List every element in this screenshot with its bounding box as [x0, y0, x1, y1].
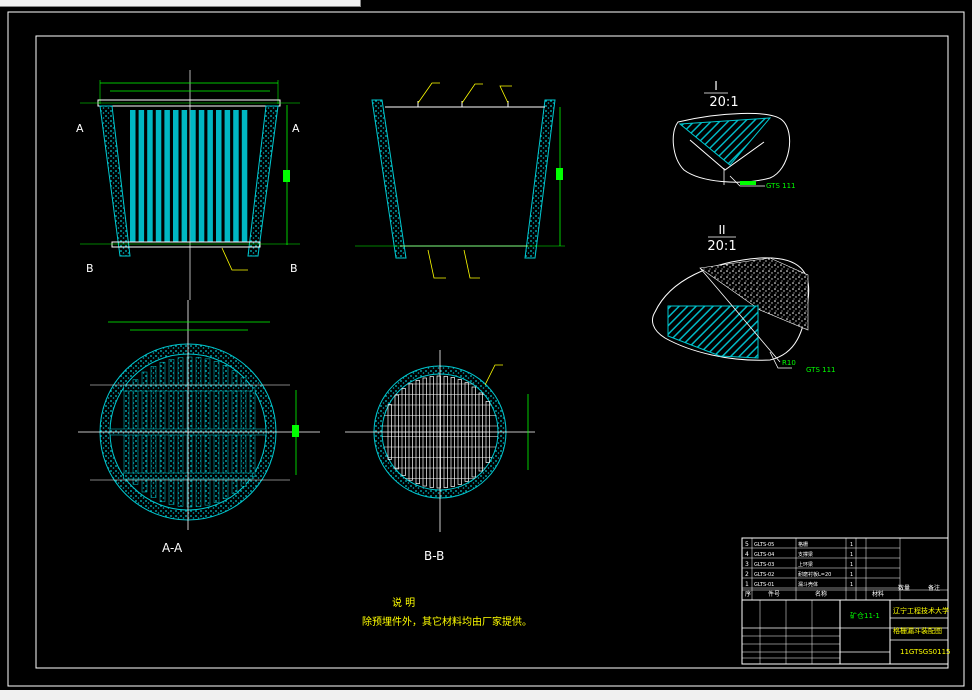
side-shell-right [524, 99, 556, 259]
section-mark-b-right: B [290, 262, 298, 275]
detail-i-scale: 20:1 [709, 95, 738, 110]
title-drawing-code: 11GTSGS0115 [900, 648, 950, 656]
shell-wall-right [247, 105, 279, 257]
parts-row-code: GLTS-01 [754, 582, 774, 588]
grate-bar [147, 110, 153, 242]
parts-row-qty: 1 [850, 552, 853, 558]
parts-header-material: 材料 [872, 590, 884, 598]
parts-header-code: 件号 [768, 590, 780, 598]
parts-row-name: 漏斗壳体 [798, 581, 818, 588]
parts-row-qty: 1 [850, 572, 853, 578]
detail-i-roman: I [714, 79, 718, 93]
parts-row-code: GLTS-03 [754, 562, 774, 568]
notes-body: 除预埋件外，其它材料均由厂家提供。 [362, 615, 532, 628]
parts-row: 5 GLTS-05 格栅 1 [742, 541, 900, 549]
title-drawing-title: 矿仓11-1 [850, 611, 880, 620]
grate-bar [173, 110, 179, 242]
view-label-aa: A-A [162, 541, 183, 555]
side-leader-5 [463, 249, 480, 279]
parts-row-code: GLTS-04 [754, 552, 774, 558]
parts-row-no: 4 [745, 551, 749, 558]
bottom-support-beam [111, 241, 261, 248]
parts-row: 3 GLTS-03 上环梁 1 [742, 561, 900, 569]
side-leader-3 [499, 85, 512, 104]
grate-bar [233, 110, 239, 242]
parts-row-no: 1 [745, 581, 749, 588]
parts-row-no: 2 [745, 571, 749, 578]
bb-leader [484, 364, 503, 386]
section-mark-a-left: A [76, 122, 84, 135]
parts-row-code: GLTS-05 [754, 542, 774, 548]
parts-header-remark: 备注 [928, 584, 940, 592]
parts-row: 4 GLTS-04 支撑梁 1 [742, 551, 900, 559]
leader-bottom [221, 247, 248, 271]
parts-header-qty: 数量 [898, 584, 910, 592]
parts-row-name: 支撑梁 [798, 551, 813, 558]
parts-row-qty: 1 [850, 582, 853, 588]
parts-row-qty: 1 [850, 542, 853, 548]
grate-bar [181, 110, 188, 242]
side-leader-1 [417, 82, 440, 104]
side-shell-left [371, 99, 407, 259]
grate-bar [198, 110, 205, 242]
detail-i-hatch [678, 117, 772, 166]
front-elevation-view: A A B B [76, 70, 300, 300]
detail-ii-hatch [667, 305, 759, 359]
window-bottom-edge [0, 690, 980, 700]
parts-row-qty: 1 [850, 562, 853, 568]
parts-header-name: 名称 [815, 590, 827, 598]
grate-bar [164, 110, 170, 242]
title-school: 辽宁工程技术大学 [893, 606, 949, 615]
side-leader-2 [461, 83, 483, 104]
section-mark-a-right: A [292, 122, 300, 135]
section-bb-plan-view: B-B [345, 350, 535, 563]
parts-row-no: 5 [745, 541, 749, 548]
notes-block: 说 明 除预埋件外，其它材料均由厂家提供。 [362, 596, 532, 628]
section-aa-plan-view: A-A [78, 300, 320, 555]
detail-ii-roman: II [718, 223, 725, 237]
parts-row-name: 格栅 [798, 541, 808, 548]
parts-row-name: 耐磨衬板L=20 [798, 571, 831, 578]
grate-bars [130, 110, 248, 242]
window-right-edge [972, 0, 980, 700]
parts-row: 1 GLTS-01 漏斗壳体 1 [742, 581, 900, 589]
parts-header-no: 序 [745, 590, 751, 598]
grate-bar [155, 110, 162, 242]
parts-row-no: 3 [745, 561, 749, 568]
title-drawing-name: 格栅漏斗装配图 [893, 626, 942, 635]
cad-drawing-canvas[interactable]: A A B B A-A B-B I 20:1 GTS 111 II 20:1 R… [0, 0, 972, 690]
detail-view-i: I 20:1 GTS 111 [672, 79, 795, 190]
grate-bar [138, 110, 145, 242]
height-dimension-value [283, 170, 290, 182]
detail-i-tag: GTS 111 [766, 182, 795, 190]
section-mark-b-left: B [86, 262, 94, 275]
side-leader-4 [427, 249, 446, 279]
title-block: 5 GLTS-05 格栅 1 4 GLTS-04 支撑梁 1 3 GLTS-03 上环梁 1 2 GLTS… [741, 537, 950, 665]
parts-row-name: 上环梁 [798, 561, 813, 568]
grate-bar [216, 110, 222, 242]
notes-heading: 说 明 [392, 596, 415, 609]
grate-bar [190, 110, 196, 242]
shell-wall-left [99, 105, 131, 257]
view-label-bb: B-B [424, 549, 444, 563]
grate-bar [130, 110, 136, 242]
detail-view-ii: II 20:1 R10 GTS 111 [652, 223, 835, 374]
parts-row-code: GLTS-02 [754, 572, 774, 578]
grate-bar [207, 110, 213, 242]
grate-bar [224, 110, 231, 242]
grate-bar [241, 110, 248, 242]
parts-row: 2 GLTS-02 耐磨衬板L=20 1 [742, 571, 900, 579]
detail-ii-tag: GTS 111 [806, 366, 835, 374]
detail-ii-dim: R10 [782, 359, 796, 367]
side-section-view [355, 82, 565, 279]
detail-ii-scale: 20:1 [707, 239, 736, 254]
